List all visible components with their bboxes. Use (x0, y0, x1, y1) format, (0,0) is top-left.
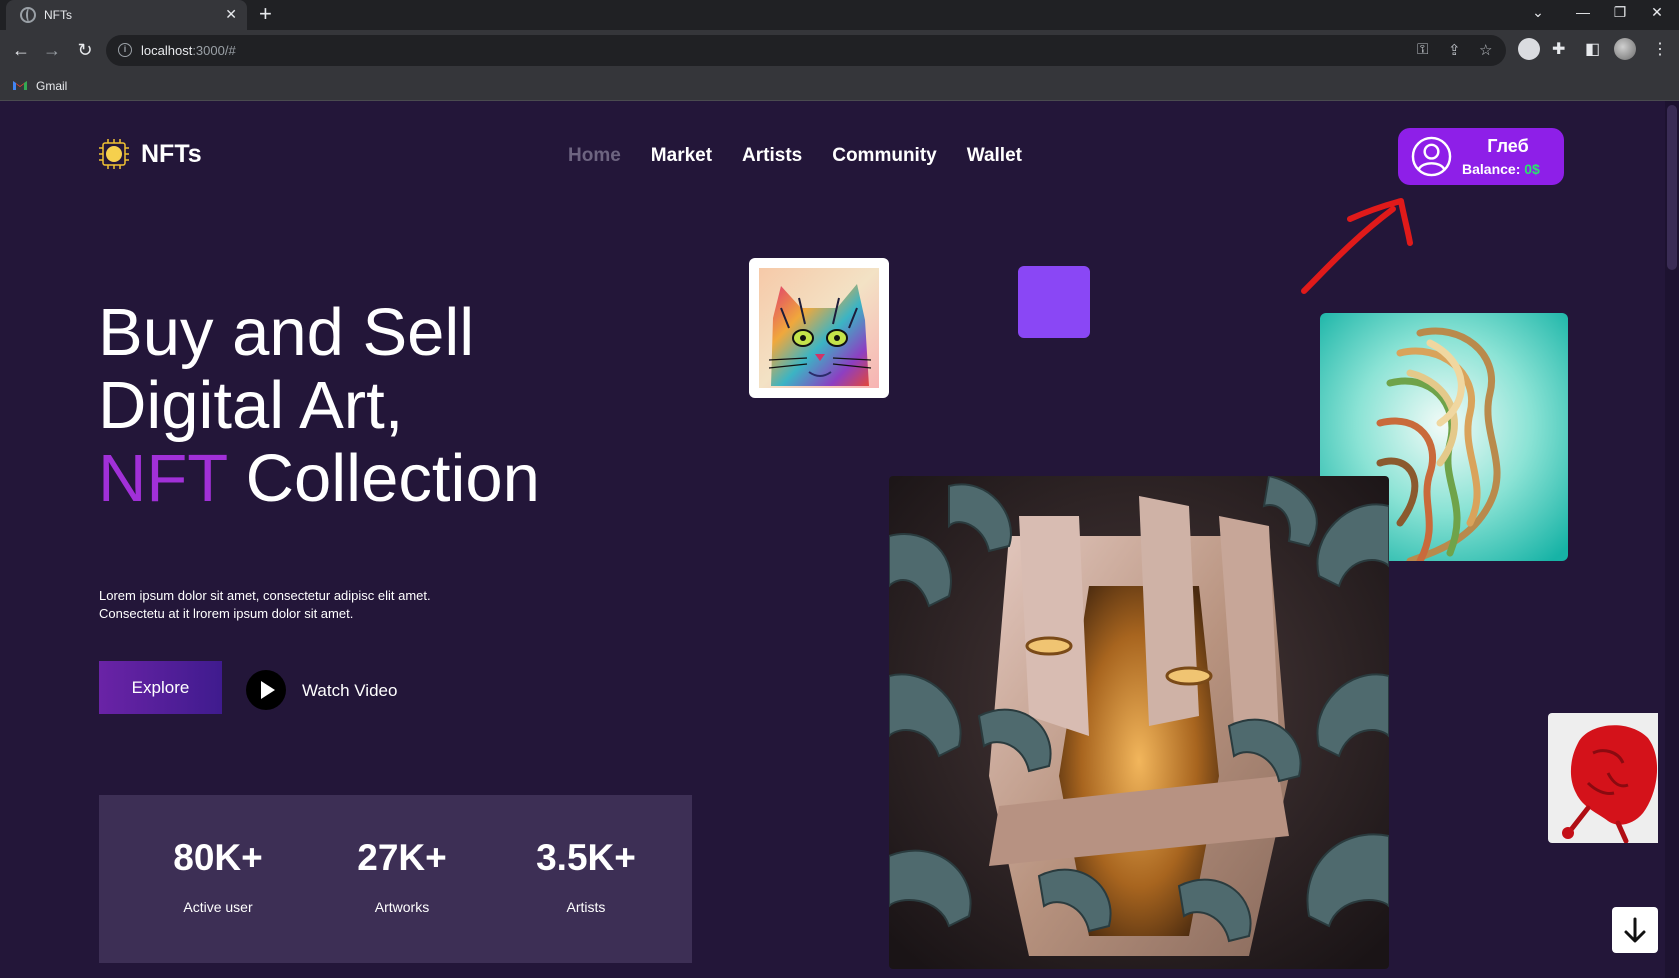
url-host: localhost (141, 43, 193, 58)
main-nav: Home Market Artists Community Wallet (568, 145, 1022, 167)
nav-market[interactable]: Market (651, 145, 712, 167)
tab-title: NFTs (44, 8, 72, 22)
stat-value: 80K+ (173, 837, 263, 878)
address-bar[interactable]: i localhost:3000/# ⚿ ⇪ ☆ (106, 35, 1506, 66)
browser-tab[interactable]: NFTs ✕ (6, 0, 247, 30)
bookmark-star-icon[interactable]: ☆ (1479, 41, 1492, 59)
nft-artwork-cat[interactable] (749, 258, 889, 398)
nft-landing-page: NFTs Home Market Artists Community Walle… (0, 101, 1679, 978)
extension-avatar-icon[interactable] (1518, 38, 1540, 60)
stat-active-users: 80K+ Active user (143, 837, 293, 915)
profile-avatar-icon[interactable] (1614, 38, 1636, 60)
red-head-image (1548, 713, 1658, 843)
brand-name[interactable]: NFTs (141, 140, 202, 169)
hero-title: Buy and Sell Digital Art, NFT Collection (98, 296, 698, 515)
hero-title-accent: NFT (98, 441, 228, 516)
nav-home[interactable]: Home (568, 145, 621, 167)
hero-description: Lorem ipsum dolor sit amet, consectetur … (99, 587, 479, 623)
nft-artwork-featured[interactable] (889, 476, 1389, 969)
decorative-square (1018, 266, 1090, 338)
featured-artwork-image (889, 476, 1389, 969)
stats-panel: 80K+ Active user 27K+ Artworks 3.5K+ Art… (99, 795, 692, 963)
stat-label: Artists (566, 899, 606, 915)
stat-artists: 3.5K+ Artists (511, 837, 661, 915)
watch-video-link[interactable]: Watch Video (302, 681, 397, 701)
stat-value: 27K+ (357, 837, 447, 878)
browser-toolbar: ← → ↻ i localhost:3000/# ⚿ ⇪ ☆ ✚ ◧ ⋮ (0, 30, 1679, 71)
play-icon[interactable] (246, 670, 286, 710)
balance-label: Balance: (1462, 161, 1521, 177)
tab-strip: NFTs ✕ + ⌄ — ❐ ✕ (0, 0, 1679, 30)
url-text: localhost:3000/# (141, 43, 236, 58)
stat-label: Artworks (374, 899, 430, 915)
nft-artwork-red-head[interactable] (1548, 713, 1658, 843)
site-info-icon[interactable]: i (118, 43, 132, 57)
user-account-button[interactable]: Глеб Balance: 0$ (1398, 128, 1564, 185)
nav-community[interactable]: Community (832, 145, 937, 167)
window-close-icon[interactable]: ✕ (1642, 4, 1672, 21)
annotation-arrow (1301, 198, 1413, 294)
hero-title-line1: Buy and Sell (98, 295, 475, 370)
stat-label: Active user (183, 899, 253, 915)
user-name: Глеб (1487, 136, 1529, 156)
browser-chrome: NFTs ✕ + ⌄ — ❐ ✕ ← → ↻ i localhost:3000/… (0, 0, 1679, 101)
side-panel-icon[interactable]: ◧ (1585, 39, 1600, 59)
user-circle-icon (1411, 136, 1452, 177)
sun-chip-icon (99, 139, 129, 169)
hero-description-line1: Lorem ipsum dolor sit amet, consectetur … (99, 588, 431, 603)
share-icon[interactable]: ⇪ (1448, 41, 1461, 59)
close-tab-icon[interactable]: ✕ (225, 6, 237, 22)
tab-search-icon[interactable]: ⌄ (1523, 4, 1553, 21)
nav-wallet[interactable]: Wallet (967, 145, 1022, 167)
hero-description-line2: Consectetu at it lrorem ipsum dolor sit … (99, 606, 354, 621)
url-path: :3000/# (192, 43, 236, 58)
scroll-down-button[interactable] (1612, 907, 1658, 953)
back-icon[interactable]: ← (11, 40, 31, 60)
new-tab-button[interactable]: + (259, 3, 272, 25)
cat-artwork-image (759, 268, 879, 388)
nav-artists[interactable]: Artists (742, 145, 802, 167)
key-icon[interactable]: ⚿ (1417, 41, 1428, 58)
bookmarks-bar: Gmail (0, 71, 1679, 101)
hero-title-line2: Digital Art, (98, 368, 404, 443)
arrow-down-icon (1624, 917, 1646, 943)
explore-button[interactable]: Explore (99, 661, 222, 714)
restore-icon[interactable]: ❐ (1605, 4, 1635, 21)
balance-value: 0$ (1524, 161, 1540, 177)
reload-icon[interactable]: ↻ (75, 40, 95, 60)
minimize-icon[interactable]: — (1568, 4, 1598, 20)
gmail-icon (13, 81, 27, 90)
scrollbar-thumb[interactable] (1667, 105, 1677, 270)
globe-icon (20, 7, 36, 23)
stat-value: 3.5K+ (536, 837, 636, 878)
stat-artworks: 27K+ Artworks (327, 837, 477, 915)
page-scrollbar[interactable] (1665, 101, 1679, 978)
hero-title-rest: Collection (227, 441, 540, 516)
bookmark-gmail[interactable]: Gmail (36, 79, 67, 93)
forward-icon[interactable]: → (42, 40, 62, 60)
menu-kebab-icon[interactable]: ⋮ (1652, 39, 1668, 59)
extensions-puzzle-icon[interactable]: ✚ (1552, 39, 1565, 59)
user-balance: Balance: 0$ (1462, 161, 1540, 177)
